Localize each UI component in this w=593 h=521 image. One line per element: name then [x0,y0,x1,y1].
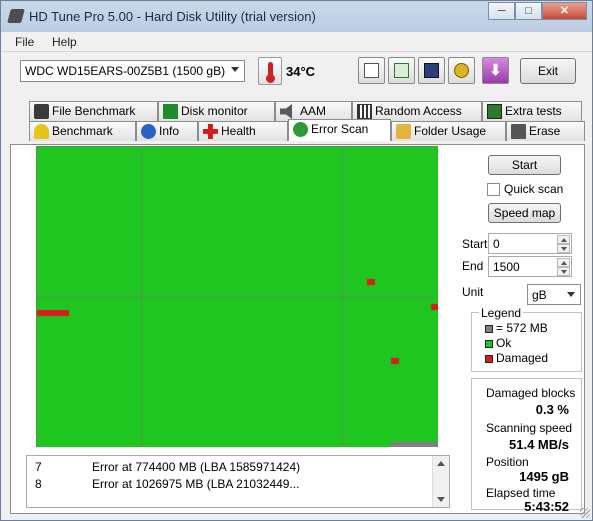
extra-tests-icon [487,104,502,119]
end-increment-icon[interactable] [557,258,570,267]
start-button[interactable]: Start [488,155,561,175]
scroll-down-icon[interactable] [437,497,445,502]
error-scan-panel: Start Quick scan Speed map Start 0 End 1… [10,144,585,514]
tab-random-access[interactable]: Random Access [352,101,482,121]
damaged-swatch-icon [485,354,493,363]
position-value: 1495 gB [519,469,569,484]
end-decrement-icon[interactable] [557,267,570,276]
position-label: Position [486,455,529,469]
quick-scan-label: Quick scan [504,182,564,196]
save-button[interactable] [418,57,445,84]
erase-icon [511,124,526,139]
unit-value: gB [532,288,547,302]
thermometer-icon [258,57,282,85]
disk-monitor-icon [163,104,178,119]
start-value: 0 [493,237,500,251]
legend-title: Legend [479,306,524,320]
drive-select-value: WDC WD15EARS-00Z5B1 (1500 gB) [25,64,226,78]
app-logo-icon [7,9,25,23]
file-benchmark-icon [34,104,49,119]
tab-aam[interactable]: AAM [275,101,352,121]
start-field[interactable]: 0 [488,233,572,254]
damaged-blocks-label: Damaged blocks [486,386,576,400]
benchmark-icon [34,124,49,139]
end-label: End [462,259,484,273]
quick-scan-checkbox[interactable] [487,183,500,196]
main-panel: WDC WD15EARS-00Z5B1 (1500 gB) 34°C ⬇ Exi… [2,52,592,520]
end-value: 1500 [493,260,520,274]
tab-extra-tests[interactable]: Extra tests [482,101,582,121]
damaged-blocks-value: 0.3 % [535,402,569,417]
error-list-scrollbar[interactable] [432,456,449,507]
scanning-speed-value: 51.4 MB/s [509,437,569,452]
minimize-button[interactable]: ─ [488,2,515,20]
scroll-up-icon[interactable] [437,461,445,466]
block-swatch-icon [485,324,493,333]
chevron-down-icon [567,292,575,297]
copy-text-icon [364,63,379,78]
temperature-readout: 34°C [286,64,316,79]
speed-map-button[interactable]: Speed map [488,203,561,223]
start-label: Start [462,237,488,251]
start-decrement-icon[interactable] [557,244,570,253]
copy-screenshot-icon [394,63,409,78]
menu-bar: File Help [2,32,592,52]
end-field[interactable]: 1500 [488,256,572,277]
save-icon [424,63,439,78]
tab-benchmark[interactable]: Benchmark [29,121,136,141]
elapsed-time-value: 5:43:52 [524,499,569,514]
copy-screenshot-button[interactable] [388,57,415,84]
window-controls: ─ □ ✕ [488,2,587,20]
menu-file[interactable]: File [15,35,34,49]
block-map-canvas [36,146,438,447]
title-bar[interactable]: HD Tune Pro 5.00 - Hard Disk Utility (tr… [1,1,592,32]
copy-text-button[interactable] [358,57,385,84]
block-map [36,146,438,447]
tab-folder-usage[interactable]: Folder Usage [391,121,506,141]
menu-help[interactable]: Help [52,35,77,49]
speaker-icon [280,104,292,119]
error-log-list[interactable]: 7 Error at 774400 MB (LBA 1585971424) 8 … [26,455,450,508]
legend-damaged: Damaged [485,351,548,365]
tab-file-benchmark[interactable]: File Benchmark [29,101,158,121]
scan-stats: Damaged blocks 0.3 % Scanning speed 51.4… [471,378,582,514]
app-window: HD Tune Pro 5.00 - Hard Disk Utility (tr… [0,0,593,521]
info-icon [141,124,156,139]
drive-select[interactable]: WDC WD15EARS-00Z5B1 (1500 gB) [20,60,245,82]
download-button[interactable]: ⬇ [482,57,509,84]
tab-disk-monitor[interactable]: Disk monitor [158,101,275,121]
tab-error-scan[interactable]: Error Scan [288,119,391,141]
chevron-down-icon [231,67,239,72]
options-button[interactable] [448,57,475,84]
unit-label: Unit [462,285,484,299]
window-title: HD Tune Pro 5.00 - Hard Disk Utility (tr… [29,9,316,24]
resize-grip-icon[interactable] [580,508,590,518]
options-icon [454,63,469,78]
exit-button[interactable]: Exit [520,58,576,84]
folder-icon [396,124,411,139]
download-icon: ⬇ [489,62,502,79]
legend-block-size: = 572 MB [485,321,548,335]
error-scan-icon [293,122,308,137]
legend-ok: Ok [485,336,511,350]
random-access-icon [357,104,372,119]
tab-health[interactable]: Health [198,121,288,141]
legend-box: Legend = 572 MB Ok Damaged [471,306,582,372]
maximize-button[interactable]: □ [515,2,542,20]
ok-swatch-icon [485,339,493,348]
start-increment-icon[interactable] [557,235,570,244]
elapsed-time-label: Elapsed time [486,486,556,500]
tab-info[interactable]: Info [136,121,198,141]
tab-erase[interactable]: Erase [506,121,585,141]
close-button[interactable]: ✕ [542,2,587,20]
health-icon [203,124,218,139]
unit-select[interactable]: gB [527,284,581,305]
scanning-speed-label: Scanning speed [486,421,573,435]
